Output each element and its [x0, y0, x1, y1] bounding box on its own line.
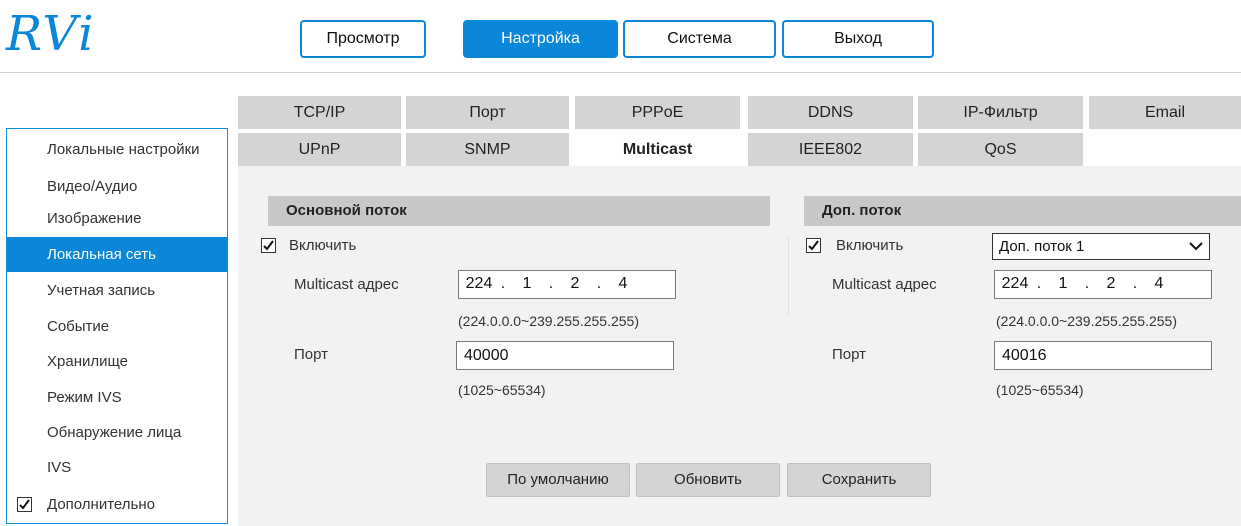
- sidebar-item-label: Учетная запись: [47, 282, 156, 299]
- select-value: Доп. поток 1: [999, 238, 1085, 255]
- sub-port-input[interactable]: 40016: [994, 341, 1212, 370]
- sidebar-item-video-audio[interactable]: Видео/Аудио: [7, 169, 227, 204]
- checkbox-checked-icon: [263, 240, 274, 251]
- sidebar-item-event[interactable]: Событие: [7, 309, 227, 344]
- top-nav-exit[interactable]: Выход: [782, 20, 934, 58]
- sub-stream-header: Доп. поток: [804, 196, 1241, 226]
- sidebar-item-label: Изображение: [47, 210, 142, 227]
- tab-ieee802[interactable]: IEEE802: [748, 133, 913, 166]
- tab-ip-filter[interactable]: IP-Фильтр: [918, 96, 1083, 129]
- ip-octet: 4: [618, 275, 628, 292]
- ip-separator: .: [1084, 275, 1090, 292]
- multicast-panel: Основной поток Включить Multicast адрес …: [238, 166, 1241, 526]
- sub-port-hint: (1025~65534): [996, 382, 1084, 398]
- network-tabs: TCP/IP Порт PPPoE DDNS IP-Фильтр Email U…: [238, 96, 1241, 166]
- sidebar-item-label: Локальная сеть: [47, 246, 156, 263]
- sidebar-item-network[interactable]: Локальная сеть: [7, 237, 227, 272]
- ip-separator: .: [1132, 275, 1138, 292]
- sub-port-label: Порт: [832, 346, 867, 363]
- checkbox-checked-icon: [808, 240, 819, 251]
- top-nav-system[interactable]: Система: [623, 20, 776, 58]
- sidebar-item-label: Локальные настройки: [47, 141, 200, 158]
- sub-enable-label: Включить: [836, 237, 904, 254]
- header-divider: [0, 72, 1241, 73]
- ip-separator: .: [548, 275, 554, 292]
- tab-snmp[interactable]: SNMP: [406, 133, 569, 166]
- sidebar-item-label: IVS: [47, 459, 72, 476]
- logo-text: RVi: [5, 6, 96, 62]
- sidebar-item-label: Хранилище: [47, 353, 128, 370]
- main-address-hint: (224.0.0.0~239.255.255.255): [458, 313, 639, 329]
- sidebar-item-label: Событие: [47, 318, 110, 335]
- sidebar-item-local-settings[interactable]: Локальные настройки: [7, 132, 227, 167]
- top-nav-view[interactable]: Просмотр: [300, 20, 426, 58]
- sub-address-label: Multicast адрес: [832, 276, 937, 293]
- main-port-hint: (1025~65534): [458, 382, 546, 398]
- sidebar-item-face-detection[interactable]: Обнаружение лица: [7, 415, 227, 450]
- sidebar-item-account[interactable]: Учетная запись: [7, 273, 227, 308]
- refresh-button[interactable]: Обновить: [636, 463, 780, 497]
- sidebar-item-label: Режим IVS: [47, 389, 122, 406]
- sub-multicast-address-input[interactable]: 224 . 1 . 2 . 4: [994, 270, 1212, 299]
- tab-upnp[interactable]: UPnP: [238, 133, 401, 166]
- section-divider: [788, 236, 789, 316]
- top-nav-settings[interactable]: Настройка: [463, 20, 618, 58]
- ip-octet: 1: [1058, 275, 1068, 292]
- sidebar-item-storage[interactable]: Хранилище: [7, 344, 227, 379]
- main-port-input[interactable]: 40000: [456, 341, 674, 370]
- sidebar-item-advanced[interactable]: Дополнительно: [7, 487, 227, 522]
- main-stream-header: Основной поток: [268, 196, 770, 226]
- ip-separator: .: [596, 275, 602, 292]
- main-address-label: Multicast адрес: [294, 276, 399, 293]
- save-button[interactable]: Сохранить: [787, 463, 931, 497]
- sidebar-item-label: Видео/Аудио: [47, 178, 138, 195]
- chevron-down-icon: [1189, 242, 1203, 251]
- tab-ddns[interactable]: DDNS: [748, 96, 913, 129]
- sidebar-item-ivs[interactable]: IVS: [7, 450, 227, 485]
- ip-octet: 224: [465, 275, 493, 292]
- main-enable-label: Включить: [289, 237, 357, 254]
- tab-multicast[interactable]: Multicast: [575, 133, 740, 166]
- tab-pppoe[interactable]: PPPoE: [575, 96, 740, 129]
- default-button[interactable]: По умолчанию: [486, 463, 630, 497]
- ip-octet: 1: [522, 275, 532, 292]
- tab-tcp-ip[interactable]: TCP/IP: [238, 96, 401, 129]
- sub-address-hint: (224.0.0.0~239.255.255.255): [996, 313, 1177, 329]
- sidebar-item-image[interactable]: Изображение: [7, 201, 227, 236]
- main-port-label: Порт: [294, 346, 329, 363]
- ip-octet: 4: [1154, 275, 1164, 292]
- ip-separator: .: [1036, 275, 1042, 292]
- tab-qos[interactable]: QoS: [918, 133, 1083, 166]
- main-enable-checkbox[interactable]: [261, 238, 276, 253]
- sidebar-item-label: Обнаружение лица: [47, 424, 182, 441]
- tab-email[interactable]: Email: [1089, 96, 1241, 129]
- ip-octet: 2: [570, 275, 580, 292]
- tab-port[interactable]: Порт: [406, 96, 569, 129]
- sidebar: Локальные настройки Видео/Аудио Изображе…: [6, 128, 228, 524]
- ip-separator: .: [500, 275, 506, 292]
- sidebar-item-label: Дополнительно: [47, 496, 155, 513]
- sub-enable-checkbox[interactable]: [806, 238, 821, 253]
- checkbox-checked-icon[interactable]: [17, 497, 32, 512]
- rvi-logo: RVi: [2, 2, 162, 64]
- sidebar-item-ivs-mode[interactable]: Режим IVS: [7, 380, 227, 415]
- ip-octet: 2: [1106, 275, 1116, 292]
- main-multicast-address-input[interactable]: 224 . 1 . 2 . 4: [458, 270, 676, 299]
- sub-stream-select[interactable]: Доп. поток 1: [992, 233, 1210, 260]
- ip-octet: 224: [1001, 275, 1029, 292]
